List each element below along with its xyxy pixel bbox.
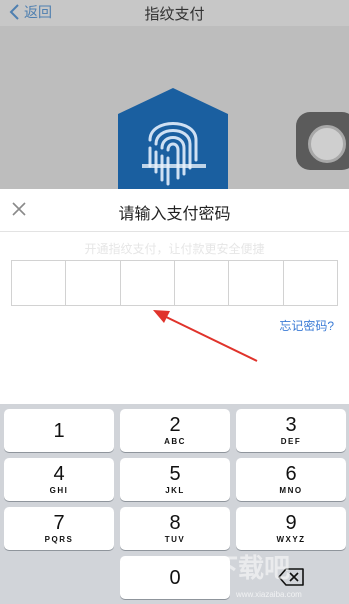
key-letters: MNO bbox=[279, 486, 303, 495]
pin-digit-box bbox=[229, 261, 284, 305]
password-sheet: 请输入支付密码 开通指纹支付，让付款更安全便捷 忘记密码? bbox=[0, 189, 349, 404]
key-3[interactable]: 3 DEF bbox=[236, 409, 346, 452]
pin-digit-box bbox=[175, 261, 230, 305]
key-4[interactable]: 4 GHI bbox=[4, 458, 114, 501]
page-title: 指纹支付 bbox=[144, 6, 205, 23]
background-hint-text: 开通指纹支付，让付款更安全便捷 bbox=[84, 242, 265, 256]
background-page: 返回 指纹支付 bbox=[0, 0, 349, 190]
key-number: 3 bbox=[285, 414, 297, 436]
key-letters: TUV bbox=[164, 535, 186, 544]
key-number: 9 bbox=[285, 512, 297, 534]
pin-digit-box bbox=[284, 261, 337, 305]
assistive-touch-ring bbox=[308, 125, 346, 163]
key-6[interactable]: 6 MNO bbox=[236, 458, 346, 501]
pin-digit-box bbox=[66, 261, 121, 305]
assistive-touch-button[interactable] bbox=[296, 112, 349, 170]
key-letters: JKL bbox=[165, 486, 185, 495]
key-letters: PQRS bbox=[44, 535, 74, 544]
key-letters: GHI bbox=[49, 486, 69, 495]
sheet-title: 请输入支付密码 bbox=[118, 206, 231, 223]
key-number: 1 bbox=[53, 419, 65, 442]
watermark-url: www.xiazaiba.com bbox=[236, 590, 302, 599]
fingerprint-icon bbox=[118, 88, 228, 190]
key-number: 6 bbox=[285, 463, 297, 485]
key-2[interactable]: 2 ABC bbox=[120, 409, 230, 452]
key-letters: DEF bbox=[280, 437, 302, 446]
pin-digit-box bbox=[121, 261, 175, 305]
key-8[interactable]: 8 TUV bbox=[120, 507, 230, 550]
key-letters: WXYZ bbox=[276, 535, 306, 544]
nav-bar: 返回 指纹支付 bbox=[0, 0, 349, 26]
key-number: 5 bbox=[169, 463, 181, 485]
key-number: 7 bbox=[53, 512, 65, 534]
forgot-password-link[interactable]: 忘记密码? bbox=[279, 317, 334, 334]
key-number: 0 bbox=[169, 566, 181, 589]
key-1[interactable]: 1 bbox=[4, 409, 114, 452]
key-number: 4 bbox=[53, 463, 65, 485]
key-letters: ABC bbox=[164, 437, 186, 446]
pin-input[interactable] bbox=[11, 260, 338, 306]
pin-digit-box bbox=[12, 261, 67, 305]
key-number: 2 bbox=[169, 414, 181, 436]
key-7[interactable]: 7 PQRS bbox=[4, 507, 114, 550]
key-number: 8 bbox=[169, 512, 181, 534]
key-9[interactable]: 9 WXYZ bbox=[236, 507, 346, 550]
sheet-header: 请输入支付密码 bbox=[0, 189, 349, 232]
key-5[interactable]: 5 JKL bbox=[120, 458, 230, 501]
